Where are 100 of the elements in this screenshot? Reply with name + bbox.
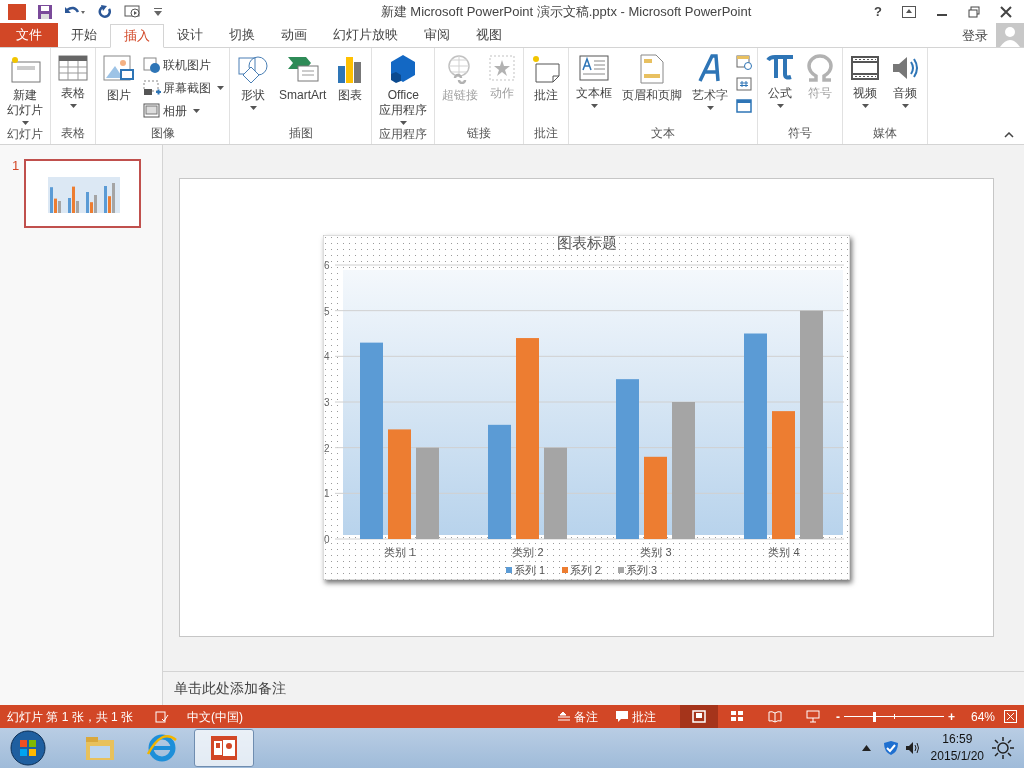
tray-arrow-icon[interactable] [861, 745, 871, 751]
clock-time[interactable]: 16:59 [942, 731, 973, 748]
notes-icon [557, 711, 570, 722]
shield-icon[interactable] [882, 740, 899, 756]
ribbon-button[interactable]: 相册 [143, 100, 224, 122]
language-indicator[interactable]: 中文(中国) [187, 707, 244, 726]
zoom-thumb[interactable] [873, 711, 877, 722]
ribbon-button[interactable]: 文本框 [574, 54, 615, 108]
axis-tick-label: 3 [324, 397, 330, 408]
ribbon-display-icon[interactable] [902, 6, 916, 18]
ribbon-button[interactable]: Office 应用程序 [377, 54, 430, 125]
legend-swatch [618, 567, 624, 573]
sun-icon[interactable] [992, 737, 1014, 759]
zoom-level[interactable]: 64% [970, 707, 995, 726]
legend-swatch [506, 567, 512, 573]
notes-prompt[interactable]: 单击此处添加备注 [174, 678, 286, 699]
ribbon-button[interactable]: 联机图片 [143, 54, 224, 76]
photo-album-icon [143, 103, 161, 119]
caret-icon [901, 104, 909, 108]
slide-canvas[interactable]: 0 1 2 3 4 5 6 图表标题 类别 1 类别 2 类别 3 类别 4 系列 1 系列 2 系列 3 [179, 178, 994, 637]
comments-button[interactable]: 批注 [615, 707, 656, 726]
slide-info[interactable]: 幻灯片 第 1 张，共 1 张 [7, 707, 134, 726]
ribbon-tab[interactable]: 动画 [268, 23, 320, 47]
ribbon-button[interactable]: 图片 [101, 54, 137, 103]
close-icon[interactable] [1000, 6, 1012, 18]
axis-tick-label: 1 [324, 488, 330, 500]
ribbon-tab[interactable]: 视图 [463, 23, 515, 47]
file-tab[interactable]: 文件 [0, 23, 58, 47]
ribbon-button[interactable]: 批注 [529, 54, 564, 103]
ribbon-button[interactable]: 新建 幻灯片 [5, 54, 45, 125]
slide-thumbnail[interactable] [24, 159, 142, 228]
axis-tick-label: 4 [324, 351, 330, 363]
ribbon-button[interactable]: 音频 [888, 54, 923, 108]
film-icon [850, 54, 881, 82]
caret-icon [69, 104, 77, 108]
collapse-ribbon-icon[interactable] [1004, 132, 1014, 138]
legend-label: 系列 1 [514, 564, 546, 576]
slide-number: 1 [12, 159, 20, 172]
comment-icon [531, 54, 562, 84]
header-footer-icon [639, 54, 666, 84]
group-label: 插图 [287, 125, 314, 142]
ribbon-tab[interactable]: 设计 [164, 23, 216, 47]
text-box-icon [579, 54, 610, 82]
slideshow-icon[interactable] [124, 4, 142, 20]
spelling-icon[interactable] [155, 710, 170, 723]
restore-icon[interactable] [968, 6, 980, 18]
normal-view-icon[interactable] [679, 705, 718, 728]
date-time-icon[interactable] [736, 54, 753, 70]
ribbon-tab[interactable]: 审阅 [411, 23, 463, 47]
ribbon-button[interactable]: 屏幕截图 [143, 77, 224, 99]
caret-icon [249, 106, 257, 110]
start-button-icon[interactable] [8, 729, 48, 767]
legend-label: 系列 2 [570, 564, 602, 576]
ribbon-button[interactable]: SmartArt [277, 54, 329, 103]
caret-icon [706, 106, 714, 110]
window-title: 新建 Microsoft PowerPoint 演示文稿.pptx - Microsoft PowerPoint [379, 3, 753, 22]
picture-icon [103, 54, 135, 84]
zoom-out-button[interactable]: - [835, 707, 840, 726]
caret-icon [399, 121, 407, 125]
legend-swatch [562, 567, 568, 573]
sign-in-link[interactable]: 登录 [962, 25, 988, 46]
notes-button[interactable]: 备注 [557, 707, 598, 726]
ribbon-button[interactable]: 形状 [235, 54, 271, 110]
save-icon[interactable] [38, 5, 52, 19]
chart-title: 图表标题 [556, 235, 617, 251]
omega-icon [805, 54, 836, 82]
customize-toolbar-icon[interactable] [154, 8, 162, 16]
group-label: 图像 [149, 125, 176, 142]
ribbon-tab[interactable]: 插入 [110, 24, 164, 48]
smartart-icon [285, 54, 320, 84]
help-button[interactable]: ? [870, 2, 886, 22]
ribbon-button[interactable]: 公式 [763, 54, 798, 108]
axis-tick-label: 2 [324, 442, 330, 454]
clock-date[interactable]: 2015/1/20 [930, 748, 984, 765]
ribbon-tab[interactable]: 幻灯片放映 [320, 23, 411, 47]
zoom-in-button[interactable]: + [947, 707, 955, 726]
fit-to-window-icon[interactable] [1004, 710, 1017, 723]
ribbon-tab[interactable]: 切换 [216, 23, 268, 47]
group-label: 幻灯片 [6, 126, 44, 143]
ribbon-button[interactable]: 艺术字 [690, 54, 731, 110]
category-label: 类别 3 [640, 546, 672, 558]
slide-number-icon[interactable] [736, 76, 753, 92]
group-label: 文本 [650, 125, 677, 142]
object-icon[interactable] [736, 98, 753, 114]
ribbon-button[interactable]: 视频 [848, 54, 883, 108]
ribbon-button[interactable]: 图表 [334, 54, 367, 103]
taskbar-app[interactable] [194, 729, 254, 767]
volume-icon[interactable] [904, 741, 921, 755]
zoom-slider[interactable] [843, 711, 944, 722]
axis-tick-label: 0 [324, 534, 330, 545]
caret-icon [590, 104, 598, 108]
caret-icon [861, 104, 869, 108]
axis-tick-label: 6 [324, 260, 330, 271]
category-label: 类别 2 [512, 546, 544, 558]
redo-icon[interactable] [98, 5, 112, 19]
category-label: 类别 4 [768, 546, 800, 558]
ribbon-button[interactable]: 表格 [56, 54, 90, 108]
ribbon-button[interactable]: 页眉和页脚 [620, 54, 685, 103]
ribbon-tab[interactable]: 开始 [58, 23, 110, 47]
group-label: 表格 [60, 125, 86, 142]
